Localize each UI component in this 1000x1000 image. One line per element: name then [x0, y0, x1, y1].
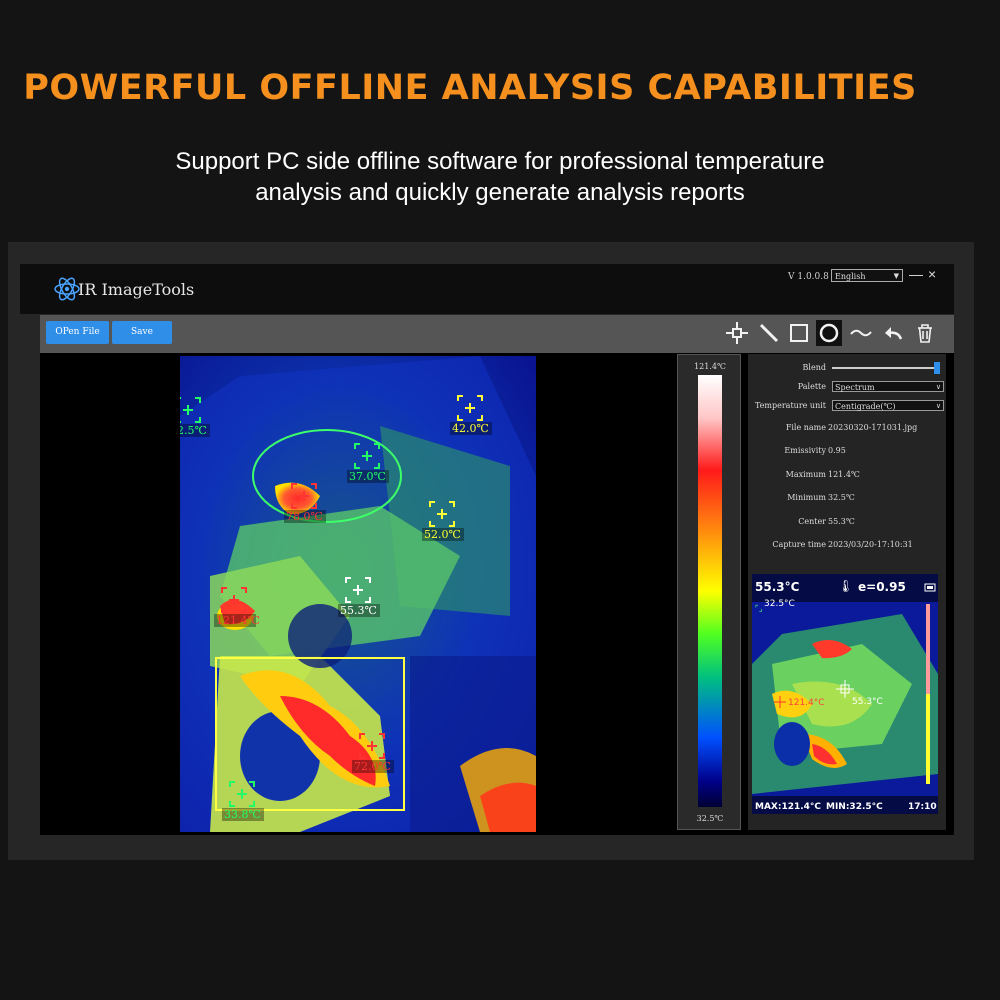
- marker-temp-label: 37.0℃: [349, 470, 386, 483]
- palette-select[interactable]: Spectrum ∨: [832, 381, 944, 392]
- open-file-button[interactable]: OPen File: [46, 321, 109, 344]
- capture-time-value: 2023/03/20-17:10:31: [828, 540, 913, 549]
- preview-center-temp: 55.3°C: [755, 580, 800, 594]
- palette-value: Spectrum: [835, 383, 875, 392]
- device-preview: ⌜⌟ 🌡 55.3°C e=0.95 32.5°C 121.4°C 55.3°C…: [752, 574, 938, 814]
- preview-footer-max: MAX:121.4°C: [755, 802, 821, 812]
- undo-icon[interactable]: [880, 320, 906, 346]
- thermal-image[interactable]: 32.5℃ 42.0℃ 37.0℃ 78.0℃ 52.0℃ 55.3℃ 121.4℃ 72.0…: [180, 356, 536, 832]
- curve-tool-icon[interactable]: [848, 320, 874, 346]
- color-scale-bar: [698, 375, 722, 807]
- headline: POWERFUL OFFLINE ANALYSIS CAPABILITIES: [23, 68, 917, 108]
- trash-icon[interactable]: [912, 320, 938, 346]
- marker-temp-label: 78.0℃: [286, 510, 323, 523]
- minimum-label: Minimum: [787, 493, 826, 502]
- svg-text:⌜⌟: ⌜⌟: [755, 604, 763, 613]
- marker-temp-label: 32.5℃: [180, 424, 207, 437]
- chevron-down-icon: ▼: [893, 272, 899, 280]
- preview-emissivity: e=0.95: [858, 580, 906, 594]
- app-window: IR ImageTools V 1.0.0.8 English ▼ — × OP…: [8, 242, 974, 860]
- palette-label: Palette: [797, 382, 826, 391]
- preview-footer-min: MIN:32.5°C: [826, 802, 883, 812]
- rectangle-tool-icon[interactable]: [786, 320, 812, 346]
- preview-time: 17:10: [908, 802, 937, 812]
- marker-temp-label: 72.0℃: [354, 760, 391, 773]
- scale-min-label: 32.5℃: [696, 814, 724, 823]
- close-button[interactable]: ×: [928, 266, 936, 282]
- chevron-down-icon: ∨: [935, 402, 941, 410]
- marker-temp-label: 52.0℃: [424, 528, 461, 541]
- preview-min-mark: 32.5°C: [764, 599, 795, 609]
- temperature-unit-value: Centigrade(℃): [835, 402, 896, 411]
- subtitle: Support PC side offline software for pro…: [0, 146, 1000, 208]
- version-label: V 1.0.0.8: [788, 272, 829, 282]
- center-label: Center: [798, 517, 826, 526]
- svg-text:🌡: 🌡: [838, 579, 853, 593]
- marker-temp-label: 121.4℃: [216, 614, 260, 627]
- marker-temp-label: 55.3℃: [340, 604, 377, 617]
- emissivity-value: 0.95: [828, 446, 846, 455]
- subtitle-line-1: Support PC side offline software for pro…: [175, 148, 825, 175]
- preview-center-mark: 55.3°C: [852, 697, 883, 707]
- minimum-value: 32.5℃: [828, 493, 855, 502]
- file-name-value: 20230320-171031.jpg: [828, 423, 918, 432]
- preview-hot-mark: 121.4°C: [788, 698, 825, 708]
- temperature-unit-select[interactable]: Centigrade(℃) ∨: [832, 400, 944, 411]
- language-select[interactable]: English ▼: [831, 269, 903, 282]
- temperature-unit-label: Temperature unit: [754, 401, 826, 410]
- marker-temp-label: 42.0℃: [452, 422, 489, 435]
- language-value: English: [835, 272, 866, 281]
- app-title: IR ImageTools: [78, 280, 195, 299]
- marker-temp-label: 33.8℃: [224, 808, 261, 821]
- chevron-down-icon: ∨: [935, 383, 941, 391]
- center-value: 55.3℃: [828, 517, 855, 526]
- color-scale-panel: 121.4℃ 32.5℃: [677, 354, 741, 830]
- blend-slider-handle[interactable]: [934, 362, 940, 374]
- blend-slider-track[interactable]: [832, 367, 940, 369]
- ellipse-tool-icon[interactable]: [816, 320, 842, 346]
- minimize-button[interactable]: —: [909, 266, 923, 282]
- maximum-label: Maximum: [785, 470, 826, 479]
- line-tool-icon[interactable]: [756, 320, 782, 346]
- capture-time-label: Capture time: [772, 540, 826, 549]
- blend-label: Blend: [802, 363, 826, 372]
- subtitle-line-2: analysis and quickly generate analysis r…: [255, 179, 745, 206]
- emissivity-label: Emissivity: [784, 446, 826, 455]
- file-name-label: File name: [785, 423, 826, 432]
- crosshair-point-tool-icon[interactable]: [724, 320, 750, 346]
- scale-max-label: 121.4℃: [694, 362, 726, 371]
- save-button[interactable]: Save: [112, 321, 172, 344]
- maximum-value: 121.4℃: [828, 470, 860, 479]
